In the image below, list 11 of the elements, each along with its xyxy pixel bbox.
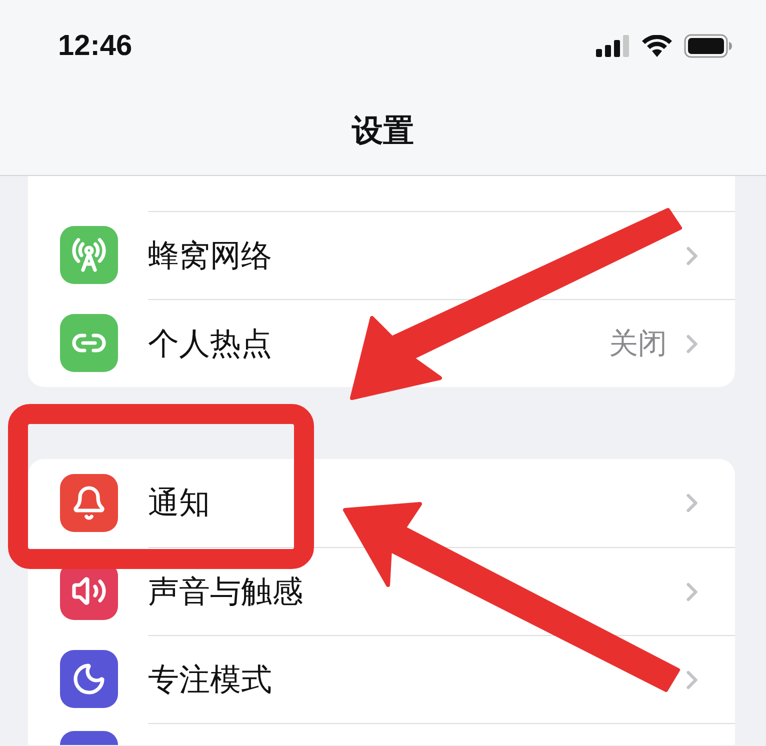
setting-label[interactable]: 声音与触感 bbox=[148, 570, 677, 612]
wifi-icon bbox=[642, 35, 672, 57]
setting-label[interactable]: 通知 bbox=[148, 482, 677, 524]
status-time: 12:46 bbox=[58, 30, 132, 62]
setting-label[interactable]: 个人热点 bbox=[148, 322, 609, 364]
setting-label[interactable]: 专注模式 bbox=[148, 658, 677, 700]
setting-label[interactable]: 蜂窝网络 bbox=[148, 234, 677, 276]
signal-icon bbox=[596, 35, 630, 57]
setting-value: 关闭 bbox=[609, 324, 667, 362]
battery-icon bbox=[684, 34, 732, 58]
page-title: 设置 bbox=[352, 112, 414, 150]
